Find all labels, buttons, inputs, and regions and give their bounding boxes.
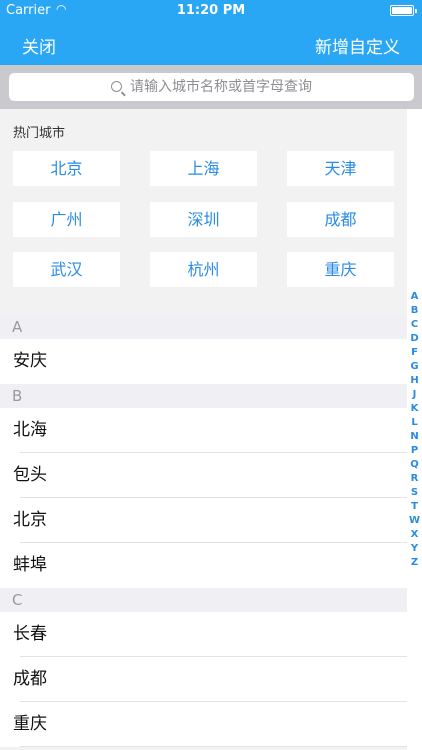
status-bar: Carrier ◠ 11:20 PM — [0, 0, 422, 22]
index-letter[interactable]: L — [407, 416, 422, 430]
index-letter[interactable]: S — [407, 486, 422, 500]
hot-city-button[interactable]: 北京 — [13, 151, 120, 186]
section-header-a: A — [0, 315, 407, 339]
city-row[interactable]: 包头 — [0, 453, 407, 498]
hot-cities-section: 热门城市 北京 上海 天津 广州 深圳 成都 武汉 杭州 重庆 — [0, 109, 407, 315]
hot-city-button[interactable]: 上海 — [150, 151, 257, 186]
city-row[interactable]: 长春 — [0, 612, 407, 657]
index-letter[interactable]: P — [407, 444, 422, 458]
city-row[interactable]: 北海 — [0, 408, 407, 453]
hot-cities-title: 热门城市 — [13, 126, 66, 141]
hot-city-button[interactable]: 重庆 — [287, 252, 394, 287]
index-letter[interactable]: B — [407, 304, 422, 318]
add-custom-button[interactable]: 新增自定义 — [315, 33, 400, 58]
section-header-c: C — [0, 588, 407, 612]
city-row[interactable]: 北京 — [0, 498, 407, 543]
city-row[interactable]: 蚌埠 — [0, 543, 407, 588]
index-letter[interactable]: A — [407, 290, 422, 304]
index-letter[interactable]: Y — [407, 542, 422, 556]
status-time: 11:20 PM — [176, 3, 246, 18]
index-letter[interactable]: J — [407, 388, 422, 402]
hot-city-button[interactable]: 广州 — [13, 202, 120, 237]
navigation-bar: Carrier ◠ 11:20 PM 关闭 新增自定义 — [0, 0, 422, 65]
city-row[interactable]: 安庆 — [0, 339, 407, 384]
hot-city-button[interactable]: 武汉 — [13, 252, 120, 287]
section-header-b: B — [0, 384, 407, 408]
hot-city-button[interactable]: 杭州 — [150, 252, 257, 287]
city-row[interactable]: 成都 — [0, 657, 407, 702]
index-letter[interactable]: X — [407, 528, 422, 542]
search-input[interactable]: 请输入城市名称或首字母查询 — [9, 73, 414, 101]
search-bar: 请输入城市名称或首字母查询 — [0, 65, 422, 109]
search-placeholder: 请输入城市名称或首字母查询 — [130, 79, 312, 95]
index-letter[interactable]: G — [407, 360, 422, 374]
index-letter[interactable]: D — [407, 332, 422, 346]
search-icon — [111, 81, 122, 92]
index-letter[interactable]: R — [407, 472, 422, 486]
city-row[interactable]: 重庆 — [0, 702, 407, 747]
index-letter[interactable]: K — [407, 402, 422, 416]
battery-icon — [390, 5, 417, 16]
index-letter[interactable]: F — [407, 346, 422, 360]
alphabet-index[interactable]: A B C D F G H J K L N P Q R S T W X Y Z — [407, 290, 422, 570]
hot-city-button[interactable]: 深圳 — [150, 202, 257, 237]
hot-city-button[interactable]: 成都 — [287, 202, 394, 237]
index-letter[interactable]: N — [407, 430, 422, 444]
index-letter[interactable]: T — [407, 500, 422, 514]
index-letter[interactable]: Q — [407, 458, 422, 472]
close-button[interactable]: 关闭 — [22, 33, 56, 58]
index-letter[interactable]: Z — [407, 556, 422, 570]
index-letter[interactable]: W — [407, 514, 422, 528]
index-letter[interactable]: H — [407, 374, 422, 388]
hot-city-button[interactable]: 天津 — [287, 151, 394, 186]
index-letter[interactable]: C — [407, 318, 422, 332]
city-list[interactable]: 热门城市 北京 上海 天津 广州 深圳 成都 武汉 杭州 重庆 A 安庆 B 北… — [0, 109, 407, 750]
